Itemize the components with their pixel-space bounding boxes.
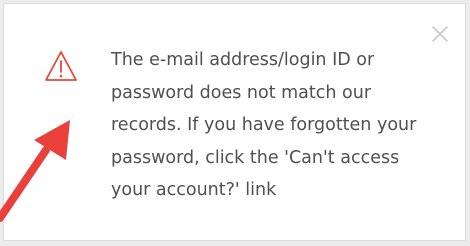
error-message: The e-mail address/login ID or password … — [111, 50, 417, 200]
warning-triangle-icon — [45, 51, 77, 81]
close-icon[interactable] — [430, 24, 450, 44]
error-dialog: The e-mail address/login ID or password … — [3, 3, 466, 241]
